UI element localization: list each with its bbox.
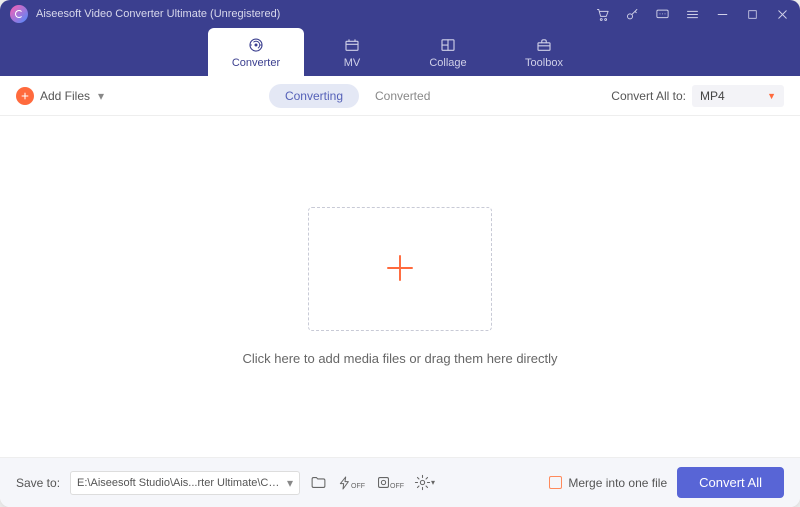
merge-label: Merge into one file bbox=[568, 476, 667, 490]
format-select[interactable]: MP4 ▼ bbox=[692, 85, 784, 107]
tab-label: Collage bbox=[429, 57, 466, 69]
save-path-select[interactable]: E:\Aiseesoft Studio\Ais...rter Ultimate\… bbox=[70, 471, 300, 495]
gpu-icon[interactable]: OFF bbox=[375, 474, 404, 491]
plus-icon bbox=[16, 87, 34, 105]
add-files-button[interactable]: Add Files ▾ bbox=[16, 87, 104, 105]
convert-all-button[interactable]: Convert All bbox=[677, 467, 784, 498]
add-files-label: Add Files bbox=[40, 89, 90, 103]
collage-icon bbox=[439, 36, 457, 54]
mv-icon bbox=[343, 36, 361, 54]
close-icon[interactable] bbox=[774, 6, 790, 22]
window-controls bbox=[594, 6, 790, 22]
tab-toolbox[interactable]: Toolbox bbox=[496, 28, 592, 76]
convert-all-to: Convert All to: MP4 ▼ bbox=[611, 85, 784, 107]
save-to-label: Save to: bbox=[16, 476, 60, 490]
titlebar-top: Aiseesoft Video Converter Ultimate (Unre… bbox=[0, 0, 800, 28]
lightning-icon[interactable]: OFF bbox=[337, 475, 365, 491]
status-tabs: Converting Converted bbox=[269, 84, 446, 108]
maximize-icon[interactable] bbox=[744, 6, 760, 22]
footer-icons: OFF OFF ▾ bbox=[310, 474, 435, 491]
app-title: Aiseesoft Video Converter Ultimate (Unre… bbox=[36, 8, 594, 20]
tab-converter[interactable]: Converter bbox=[208, 28, 304, 76]
merge-checkbox[interactable] bbox=[549, 476, 562, 489]
titlebar: Aiseesoft Video Converter Ultimate (Unre… bbox=[0, 0, 800, 76]
tab-mv[interactable]: MV bbox=[304, 28, 400, 76]
cart-icon[interactable] bbox=[594, 6, 610, 22]
merge-option: Merge into one file bbox=[549, 476, 667, 490]
app-window: Aiseesoft Video Converter Ultimate (Unre… bbox=[0, 0, 800, 507]
chevron-down-icon: ▾ bbox=[287, 476, 293, 490]
chevron-down-icon: ▼ bbox=[767, 91, 776, 101]
tab-converting[interactable]: Converting bbox=[269, 84, 359, 108]
tab-converted[interactable]: Converted bbox=[359, 84, 446, 108]
save-path-value: E:\Aiseesoft Studio\Ais...rter Ultimate\… bbox=[77, 477, 285, 489]
minimize-icon[interactable] bbox=[714, 6, 730, 22]
plus-icon bbox=[382, 250, 418, 289]
tab-label: MV bbox=[344, 57, 361, 69]
menu-icon[interactable] bbox=[684, 6, 700, 22]
main-area: Click here to add media files or drag th… bbox=[0, 116, 800, 457]
main-tabs: Converter MV Collage Toolbox bbox=[0, 28, 800, 76]
tab-collage[interactable]: Collage bbox=[400, 28, 496, 76]
toolbox-icon bbox=[535, 36, 553, 54]
key-icon[interactable] bbox=[624, 6, 640, 22]
converter-icon bbox=[247, 36, 265, 54]
footer: Save to: E:\Aiseesoft Studio\Ais...rter … bbox=[0, 457, 800, 507]
feedback-icon[interactable] bbox=[654, 6, 670, 22]
folder-icon[interactable] bbox=[310, 474, 327, 491]
chevron-down-icon: ▾ bbox=[98, 89, 104, 103]
dropzone[interactable] bbox=[308, 207, 492, 331]
app-logo-icon bbox=[10, 5, 28, 23]
tab-label: Toolbox bbox=[525, 57, 563, 69]
tab-label: Converter bbox=[232, 57, 280, 69]
dropzone-hint: Click here to add media files or drag th… bbox=[242, 351, 557, 366]
toolbar: Add Files ▾ Converting Converted Convert… bbox=[0, 76, 800, 116]
format-value: MP4 bbox=[700, 89, 725, 103]
convert-all-label: Convert All to: bbox=[611, 89, 686, 103]
settings-icon[interactable]: ▾ bbox=[414, 474, 435, 491]
